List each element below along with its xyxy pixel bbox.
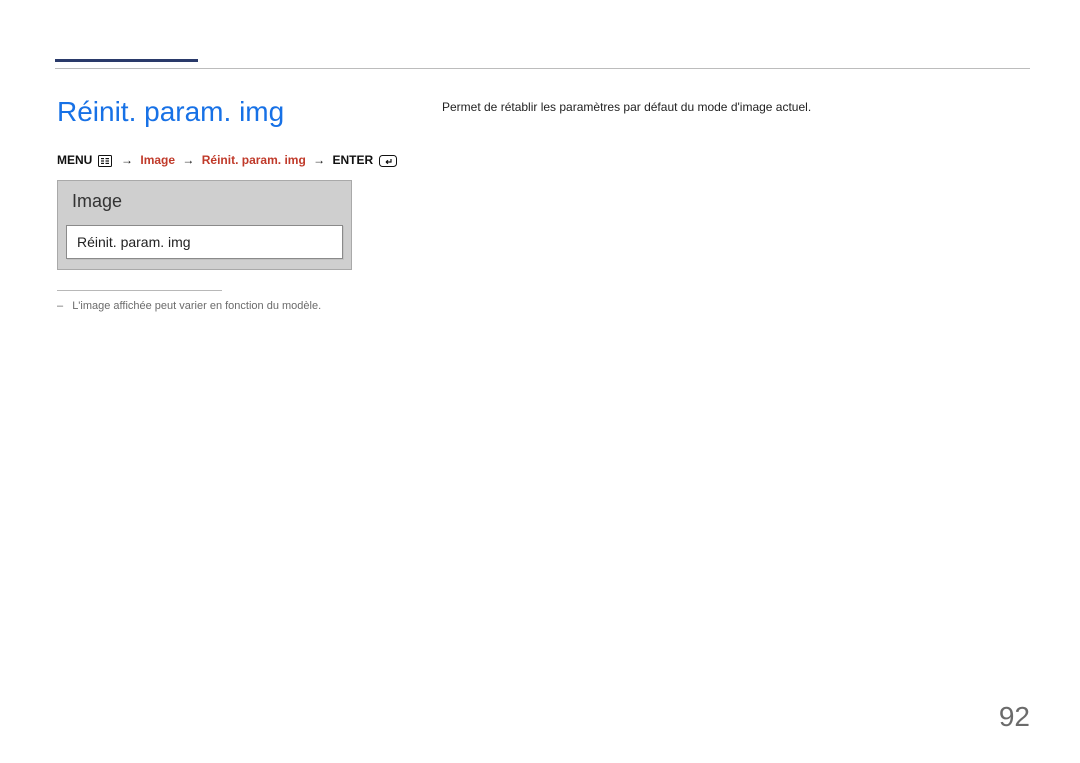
- image-panel: Image Réinit. param. img: [57, 180, 352, 270]
- page-title: Réinit. param. img: [57, 96, 284, 128]
- footnote-dash: –: [57, 300, 63, 312]
- footnote-text: L'image affichée peut varier en fonction…: [72, 300, 321, 312]
- breadcrumb-menu-label: MENU: [57, 153, 92, 167]
- breadcrumb-image: Image: [140, 153, 175, 167]
- breadcrumb-enter-label: ENTER: [332, 153, 373, 167]
- section-description: Permet de rétablir les paramètres par dé…: [442, 100, 811, 114]
- reset-picture-label: Réinit. param. img: [77, 234, 191, 250]
- reset-picture-row: Réinit. param. img: [66, 225, 343, 259]
- menu-icon: [98, 155, 112, 167]
- arrow-icon: →: [182, 153, 194, 167]
- footnote: – L'image affichée peut varier en foncti…: [57, 300, 321, 312]
- breadcrumb-reset: Réinit. param. img: [202, 153, 306, 167]
- enter-icon: [379, 155, 397, 167]
- top-rule: [55, 68, 1030, 69]
- image-panel-title: Image: [72, 191, 122, 212]
- breadcrumb: MENU → Image → Réinit. param. img → ENTE…: [57, 153, 397, 167]
- top-rule-accent: [55, 59, 198, 62]
- page-number: 92: [999, 701, 1030, 733]
- arrow-icon: →: [313, 153, 325, 167]
- footnote-rule: [57, 290, 222, 291]
- document-page: Réinit. param. img MENU → Image → Réinit…: [0, 0, 1080, 763]
- arrow-icon: →: [121, 153, 133, 167]
